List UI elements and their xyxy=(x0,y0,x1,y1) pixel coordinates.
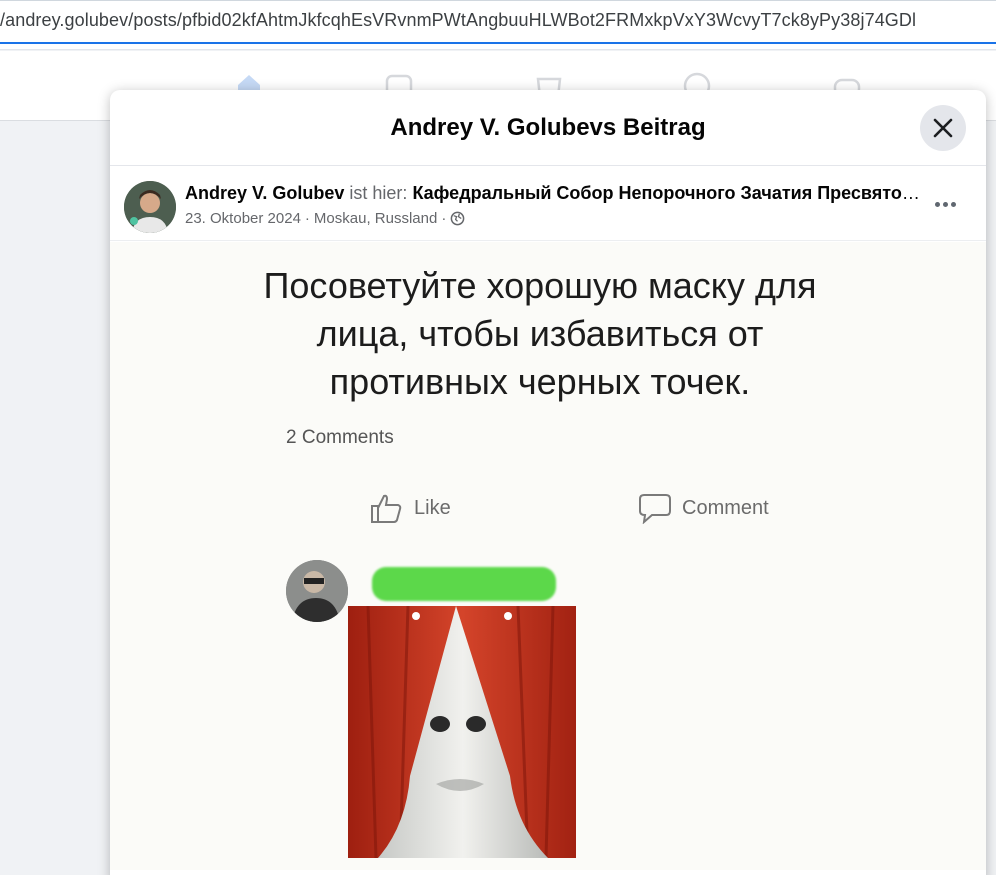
toolbar-gap xyxy=(0,44,996,50)
close-button[interactable] xyxy=(920,105,966,151)
post-dialog: Andrey V. Golubevs Beitrag Andrey V. Gol… xyxy=(110,90,986,875)
post-location[interactable]: Moskau, Russland xyxy=(314,210,437,227)
meta-separator: · xyxy=(441,210,447,227)
meme-like: Like xyxy=(370,492,451,524)
dot xyxy=(942,201,948,207)
dialog-header: Andrey V. Golubevs Beitrag xyxy=(110,90,986,166)
dot xyxy=(950,201,956,207)
left-pane xyxy=(0,122,110,875)
post-date[interactable]: 23. Oktober 2024 xyxy=(185,210,301,227)
avatar-photo xyxy=(124,181,176,233)
meta-separator: · xyxy=(304,210,310,227)
meme-comments-count: 2 Comments xyxy=(286,427,394,448)
thumbs-up-icon xyxy=(371,494,402,523)
post-image[interactable]: Посоветуйте хорошую маску для лица, чтоб… xyxy=(110,242,986,870)
hooded-figure-image xyxy=(348,606,576,858)
hooded-figure-photo xyxy=(348,606,576,858)
address-bar[interactable]: /andrey.golubev/posts/pfbid02kfAhtmJkfcq… xyxy=(0,0,996,44)
post-author-line: Andrey V. Golubev ist hier: Кафедральный… xyxy=(185,183,925,204)
more-options-icon xyxy=(934,201,940,207)
post-meta: 23. Oktober 2024 · Moskau, Russland · xyxy=(185,210,465,227)
is-here-text: ist hier: xyxy=(349,183,408,203)
meme-comment-label: Comment xyxy=(682,496,769,519)
redacted-name-bar xyxy=(372,567,556,601)
post-header: Andrey V. Golubev ist hier: Кафедральный… xyxy=(110,167,986,241)
globe-icon xyxy=(450,211,465,226)
close-icon xyxy=(933,118,953,138)
author-avatar[interactable] xyxy=(124,181,176,233)
url-text[interactable]: /andrey.golubev/posts/pfbid02kfAhtmJkfcq… xyxy=(0,10,916,31)
place-name[interactable]: Кафедральный Собор Непорочного Зачатия П… xyxy=(412,183,925,203)
more-options-button[interactable] xyxy=(930,189,960,219)
commenter-avatar xyxy=(286,560,348,622)
dialog-title: Andrey V. Golubevs Beitrag xyxy=(390,114,706,141)
commenter-photo xyxy=(286,560,348,622)
meme-like-label: Like xyxy=(414,496,451,519)
meme-comment: Comment xyxy=(638,492,769,524)
author-name[interactable]: Andrey V. Golubev xyxy=(185,183,344,203)
comment-bubble-icon xyxy=(639,494,671,524)
meme-text: Посоветуйте хорошую маску для лица, чтоб… xyxy=(263,265,817,402)
